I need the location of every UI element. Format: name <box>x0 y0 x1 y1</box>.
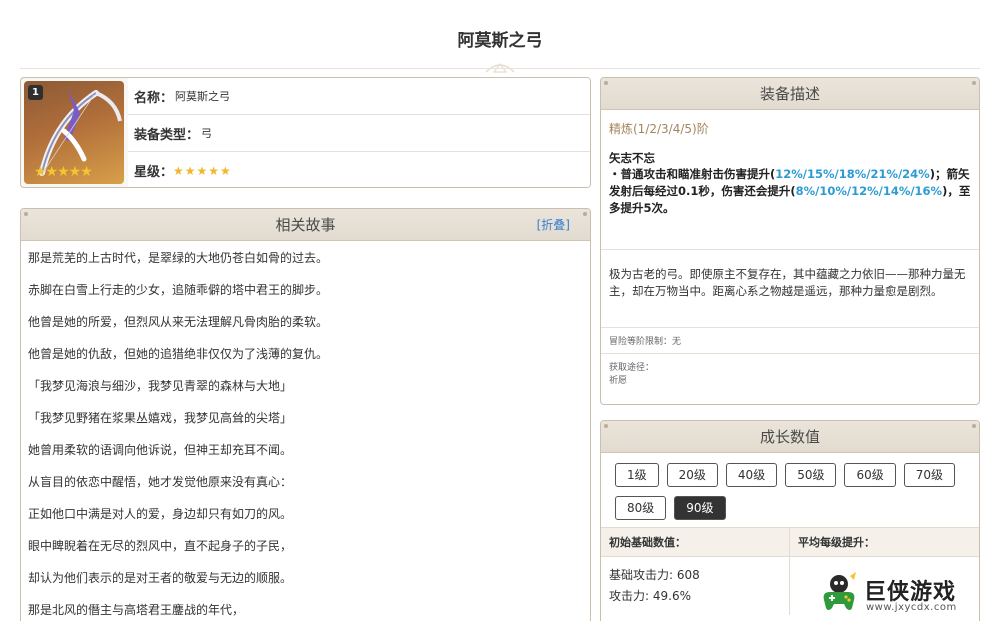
name-label: 名称： <box>134 90 174 106</box>
level-tab-20[interactable]: 20级 <box>666 463 718 487</box>
refine-badge: 1 <box>28 85 43 100</box>
title-ornament-icon <box>485 63 515 73</box>
description-card: 装备描述 精炼(1/2/3/4/5)阶 矢志不忘 ・普通攻击和瞄准射击伤害提升(… <box>600 77 980 405</box>
story-line: 他曾是她的所爱，但烈风从来无法理解凡骨肉胎的柔软。 <box>28 315 329 329</box>
story-line: 却认为他们表示的是对王者的敬爱与无边的顺服。 <box>28 571 293 585</box>
story-card: 相关故事 [折叠] 那是荒芜的上古时代，是翠绿的大地仍苍白如骨的过去。 赤脚在白… <box>20 208 591 621</box>
info-row-name: 名称： 阿莫斯之弓 <box>128 78 590 115</box>
description-title: 装备描述 <box>759 85 820 103</box>
level-limit: 冒险等阶限制：无 <box>601 328 979 354</box>
story-line: 她曾用柔软的语调向他诉说，但神王却充耳不闻。 <box>28 443 293 457</box>
effect-block: 矢志不忘 ・普通攻击和瞄准射击伤害提升(12%/15%/18%/21%/24%)… <box>601 144 979 250</box>
source-row: 获取途径： 祈愿 <box>601 354 979 392</box>
rarity-label: 星级： <box>134 165 174 180</box>
growth-title: 成长数值 <box>759 428 820 446</box>
weapon-info-card: 1 ★★★★★ 名称： 阿莫斯之弓 装备类型： 弓 星级： ★★★★★ <box>20 77 591 188</box>
level-tab-40[interactable]: 40级 <box>725 463 778 487</box>
per-level-header: 平均每级提升： <box>798 536 875 549</box>
watermark-url: www.jxycdx.com <box>866 602 957 613</box>
level-tab-50[interactable]: 50级 <box>785 463 837 487</box>
info-rows: 名称： 阿莫斯之弓 装备类型： 弓 星级： ★★★★★ <box>128 78 590 187</box>
rarity-stars-image: ★★★★★ <box>34 164 93 180</box>
effect-name: 矢志不忘 <box>609 151 655 165</box>
level-tabs: 1级 20级 40级 50级 60级 70级 80级 90级 <box>601 453 979 527</box>
sub-stat: 攻击力: 49.6% <box>609 589 691 603</box>
level-tab-60[interactable]: 60级 <box>844 463 896 487</box>
story-line: 赤脚在白雪上行走的少女，追随乖僻的塔中君王的脚步。 <box>28 283 329 297</box>
refine-level-label[interactable]: 精炼(1/2/3/4/5)阶 <box>601 110 979 144</box>
title-divider <box>20 68 980 69</box>
name-value: 阿莫斯之弓 <box>175 90 231 103</box>
level-tab-70[interactable]: 70级 <box>903 463 956 487</box>
story-line: 那是荒芜的上古时代，是翠绿的大地仍苍白如骨的过去。 <box>28 251 329 265</box>
type-label: 装备类型： <box>134 127 200 143</box>
level-tab-80[interactable]: 80级 <box>615 496 667 520</box>
effect-highlight: 12%/15%/18%/21%/24% <box>775 167 930 181</box>
story-line: 从盲目的依恋中醒悟，她才发觉他原来没有真心： <box>28 475 293 489</box>
story-line: 眼中睥睨着在无尽的烈风中，直不起身子的子民， <box>28 539 293 553</box>
page-title: 阿莫斯之弓 <box>457 31 543 51</box>
effect-highlight: 8%/10%/12%/14%/16% <box>795 184 943 198</box>
site-watermark: 巨侠游戏 www.jxycdx.com <box>816 568 986 618</box>
source-value: 祈愿 <box>609 376 628 386</box>
description-header: 装备描述 <box>601 78 979 110</box>
base-atk: 基础攻击力: 608 <box>609 568 700 582</box>
effect-text: ・普通攻击和瞄准射击伤害提升(12%/15%/18%/21%/24%)；箭矢发射… <box>609 166 971 217</box>
growth-header: 成长数值 <box>601 421 979 453</box>
weapon-image: 1 ★★★★★ <box>24 81 124 184</box>
level-tab-90[interactable]: 90级 <box>674 496 726 520</box>
type-value: 弓 <box>201 127 213 140</box>
gamepad-logo-icon <box>823 572 856 610</box>
effect-text-part: ・普通攻击和瞄准射击伤害提升( <box>609 167 776 181</box>
story-line: 「我梦见野猪在浆果丛嬉戏，我梦见高耸的尖塔」 <box>28 411 293 425</box>
rarity-stars: ★★★★★ <box>173 163 232 178</box>
story-lines: 那是荒芜的上古时代，是翠绿的大地仍苍白如骨的过去。 赤脚在白雪上行走的少女，追随… <box>21 241 590 621</box>
info-row-rarity: 星级： ★★★★★ <box>128 152 590 187</box>
story-line: 「我梦见海浪与细沙，我梦见青翠的森林与大地」 <box>28 379 293 393</box>
story-header: 相关故事 [折叠] <box>21 209 590 241</box>
story-title: 相关故事 <box>275 216 336 234</box>
story-line: 他曾是她的仇敌，但她的追猎绝非仅仅为了浅薄的复仇。 <box>28 347 329 361</box>
fold-toggle-link[interactable]: [折叠] <box>537 209 570 241</box>
source-label: 获取途径： <box>609 363 655 373</box>
base-stats: 基础攻击力: 608 攻击力: 49.6% <box>601 557 790 615</box>
lore-text: 极为古老的弓。即使原主不复存在，其中蕴藏之力依旧——那种力量无主，却在万物当中。… <box>601 250 979 328</box>
level-tab-1[interactable]: 1级 <box>615 463 659 487</box>
story-line: 正如他口中满是对人的爱，身边却只有如刀的风。 <box>28 507 293 521</box>
info-row-type: 装备类型： 弓 <box>128 115 590 152</box>
stats-header: 初始基础数值： 平均每级提升： <box>601 527 979 557</box>
base-stats-header: 初始基础数值： <box>601 528 790 556</box>
story-line: 那是北风的僭主与高塔君王鏖战的年代， <box>28 603 245 617</box>
